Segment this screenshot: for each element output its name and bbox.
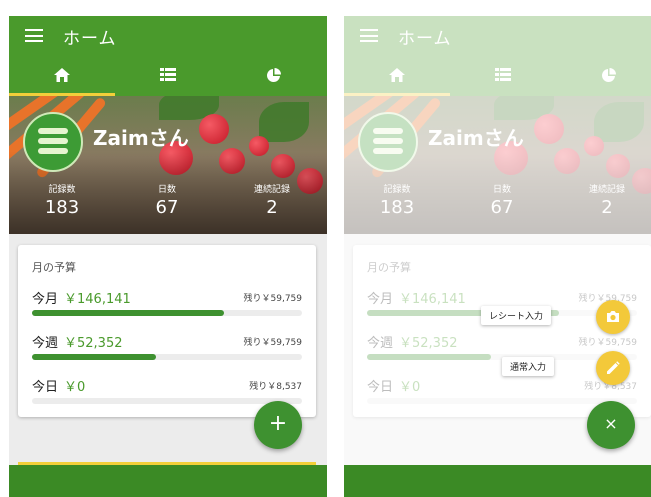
budget-amount: ￥146,141	[64, 292, 131, 307]
tab-home[interactable]	[9, 55, 115, 96]
stat-label: 記録数	[48, 185, 76, 195]
budget-remaining: 残り￥8,537	[249, 382, 302, 392]
stat-days: 日数 67	[127, 182, 207, 218]
stat-label: 連続記録	[253, 185, 290, 195]
budget-amount: ￥0	[64, 380, 86, 395]
budget-progress-fill	[32, 310, 224, 316]
budget-title: 月の予算	[32, 261, 76, 274]
close-button[interactable]: ×	[587, 401, 635, 449]
phone-screen-home: ホーム Zaimさん 記録数 183 日数 67 連続記録 2 月の予算 今月 …	[9, 16, 327, 497]
manual-input-button[interactable]	[596, 351, 630, 385]
budget-remaining: 残り￥59,759	[243, 338, 303, 348]
budget-period: 今週	[32, 336, 59, 351]
app-bar: ホーム	[9, 16, 327, 55]
budget-remaining: 残り￥59,759	[243, 294, 303, 304]
home-icon	[54, 68, 70, 82]
bottom-bar	[344, 465, 651, 497]
stat-streak: 連続記録 2	[232, 182, 312, 218]
add-button[interactable]: +	[254, 401, 302, 449]
budget-amount: ￥52,352	[64, 336, 123, 351]
stat-value: 2	[266, 197, 278, 218]
bottom-bar	[9, 465, 327, 497]
phone-screen-speed-dial: ホーム Zaimさん 記録数 183	[344, 16, 651, 497]
budget-period: 今月	[32, 292, 59, 307]
tab-list[interactable]	[115, 55, 221, 96]
profile-header: Zaimさん 記録数 183 日数 67 連続記録 2	[9, 96, 327, 234]
tab-bar	[9, 55, 327, 96]
camera-icon	[607, 311, 619, 322]
budget-progress-fill	[32, 354, 157, 360]
receipt-input-label[interactable]: レシート入力	[481, 306, 552, 325]
stat-label: 日数	[157, 185, 176, 195]
zaim-logo	[23, 112, 83, 172]
stat-value: 67	[155, 197, 179, 218]
list-icon	[160, 68, 176, 81]
budget-progress-track	[32, 310, 302, 316]
stat-value: 183	[44, 197, 80, 218]
budget-progress-track	[32, 398, 302, 404]
app-title: ホーム	[63, 29, 117, 49]
pie-chart-icon	[267, 68, 281, 82]
receipt-input-button[interactable]	[596, 300, 630, 334]
stat-records: 記録数 183	[22, 182, 102, 218]
budget-progress-track	[32, 354, 302, 360]
budget-period: 今日	[32, 380, 59, 395]
menu-icon[interactable]	[25, 29, 43, 42]
manual-input-label[interactable]: 通常入力	[502, 357, 555, 376]
tab-chart[interactable]	[221, 55, 327, 96]
budget-card[interactable]: 月の予算 今月 ￥146,141 残り￥59,759 今週 ￥52,352 残り…	[18, 245, 316, 417]
pencil-icon	[607, 361, 620, 374]
username: Zaimさん	[93, 126, 189, 150]
speed-dial-scrim[interactable]	[344, 16, 651, 465]
